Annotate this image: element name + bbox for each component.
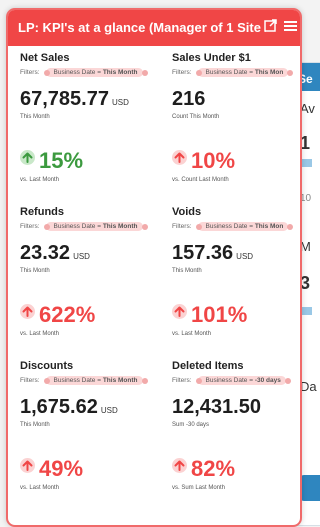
kpi-tile[interactable]: Sales Under $1 Filters: Business Date = Th… bbox=[172, 52, 300, 204]
filter-pill[interactable]: Business Date = This Month bbox=[43, 222, 148, 231]
filter-pill[interactable]: Business Date = This Month bbox=[43, 68, 148, 77]
kpi-value: 1,675.62 USD bbox=[20, 396, 118, 419]
background-card-fragment: Da bbox=[300, 379, 317, 394]
filter-label: Filters: bbox=[20, 223, 40, 230]
kpi-tile[interactable]: Net Sales Filters: Business Date = This Mo… bbox=[20, 52, 160, 204]
kpi-change: 49% bbox=[20, 456, 83, 482]
kpi-comparison: vs. Last Month bbox=[20, 485, 60, 491]
kpi-filter: Filters: Business Date = This Month bbox=[20, 68, 148, 77]
filter-pill[interactable]: Business Date = This Mon bbox=[195, 222, 294, 231]
kpi-unit: USD bbox=[236, 252, 254, 261]
kpi-card: LP: KPI's at a glance (Manager of 1 Site… bbox=[6, 8, 302, 527]
kpi-number: 1,675.62 bbox=[20, 396, 98, 418]
filter-key: Business Date = bbox=[205, 69, 255, 76]
kpi-filter: Filters: Business Date = This Month bbox=[20, 222, 148, 231]
filter-label: Filters: bbox=[172, 69, 192, 76]
kpi-value: 12,431.50 bbox=[172, 396, 264, 419]
expand-icon[interactable] bbox=[264, 19, 277, 37]
arrow-up-icon bbox=[20, 304, 35, 319]
hamburger-menu-icon[interactable] bbox=[284, 19, 297, 37]
filter-pill[interactable]: Business Date = This Mon bbox=[195, 68, 294, 77]
kpi-comparison: vs. Last Month bbox=[20, 331, 60, 337]
kpi-comparison: vs. Count Last Month bbox=[172, 177, 229, 183]
background-card-button[interactable] bbox=[300, 475, 320, 501]
arrow-up-icon bbox=[172, 304, 187, 319]
kpi-change-value: 10% bbox=[191, 148, 236, 173]
kpi-number: 23.32 bbox=[20, 242, 71, 264]
kpi-change-value: 622% bbox=[39, 302, 96, 327]
arrow-up-icon bbox=[172, 458, 187, 473]
filter-label: Filters: bbox=[172, 377, 192, 384]
kpi-change-value: 49% bbox=[39, 456, 84, 481]
filter-value: This Mon bbox=[254, 69, 284, 76]
kpi-tile[interactable]: Refunds Filters: Business Date = This Mont… bbox=[20, 206, 160, 358]
kpi-unit: USD bbox=[111, 98, 129, 107]
filter-label: Filters: bbox=[20, 69, 40, 76]
filter-value: This Month bbox=[102, 69, 138, 76]
kpi-value: 157.36 USD bbox=[172, 242, 253, 265]
kpi-tile[interactable]: Voids Filters: Business Date = This Mon 157… bbox=[172, 206, 300, 358]
kpi-number: 216 bbox=[172, 88, 206, 110]
filter-key: Business Date = bbox=[53, 377, 103, 384]
arrow-up-icon bbox=[20, 150, 35, 165]
kpi-unit: USD bbox=[100, 406, 118, 415]
kpi-period: Count This Month bbox=[172, 114, 220, 120]
filter-value: This Month bbox=[102, 223, 138, 230]
filter-pill[interactable]: Business Date = This Month bbox=[43, 376, 148, 385]
filter-key: Business Date = bbox=[205, 377, 255, 384]
kpi-comparison: vs. Sum Last Month bbox=[172, 485, 226, 491]
card-header: LP: KPI's at a glance (Manager of 1 Site… bbox=[8, 10, 300, 46]
kpi-comparison: vs. Last Month bbox=[172, 331, 212, 337]
kpi-change: 622% bbox=[20, 302, 95, 328]
kpi-title: Deleted Items bbox=[172, 360, 244, 372]
filter-key: Business Date = bbox=[205, 223, 255, 230]
background-card-fragment: Av bbox=[300, 101, 315, 116]
kpi-period: This Month bbox=[20, 422, 50, 428]
kpi-filter: Filters: Business Date = This Month bbox=[20, 376, 148, 385]
arrow-up-icon bbox=[172, 150, 187, 165]
kpi-value: 67,785.77 USD bbox=[20, 88, 129, 111]
kpi-change: 101% bbox=[172, 302, 247, 328]
kpi-change: 15% bbox=[20, 148, 83, 174]
kpi-unit: USD bbox=[73, 252, 90, 261]
kpi-filter: Filters: Business Date = This Mon bbox=[172, 68, 294, 77]
kpi-filter: Filters: Business Date = This Mon bbox=[172, 222, 294, 231]
kpi-period: This Month bbox=[172, 268, 202, 274]
kpi-change: 82% bbox=[172, 456, 235, 482]
kpi-period: This Month bbox=[20, 268, 50, 274]
kpi-title: Refunds bbox=[20, 206, 64, 218]
kpi-tile[interactable]: Discounts Filters: Business Date = This Mo… bbox=[20, 360, 160, 512]
kpi-tile[interactable]: Deleted Items Filters: Business Date = -30… bbox=[172, 360, 300, 512]
kpi-title: Sales Under $1 bbox=[172, 52, 251, 64]
filter-key: Business Date = bbox=[53, 69, 103, 76]
kpi-comparison: vs. Last Month bbox=[20, 177, 60, 183]
card-title: LP: KPI's at a glance (Manager of 1 Site… bbox=[18, 20, 266, 35]
kpi-value: 23.32 USD bbox=[20, 242, 90, 265]
kpi-title: Voids bbox=[172, 206, 202, 218]
arrow-up-icon bbox=[20, 458, 35, 473]
filter-value: This Mon bbox=[254, 223, 284, 230]
kpi-change: 10% bbox=[172, 148, 235, 174]
kpi-change-value: 101% bbox=[191, 302, 248, 327]
kpi-number: 12,431.50 bbox=[172, 396, 261, 418]
filter-label: Filters: bbox=[172, 223, 192, 230]
filter-key: Business Date = bbox=[53, 223, 103, 230]
kpi-filter: Filters: Business Date = -30 days bbox=[172, 376, 292, 385]
kpi-title: Discounts bbox=[20, 360, 74, 372]
kpi-period: Sum -30 days bbox=[172, 422, 210, 428]
kpi-change-value: 82% bbox=[191, 456, 236, 481]
kpi-title: Net Sales bbox=[20, 52, 70, 64]
kpi-number: 67,785.77 bbox=[20, 88, 109, 110]
filter-pill[interactable]: Business Date = -30 days bbox=[195, 376, 292, 385]
kpi-period: This Month bbox=[20, 114, 50, 120]
filter-label: Filters: bbox=[20, 377, 40, 384]
kpi-number: 157.36 bbox=[172, 242, 234, 264]
kpi-value: 216 bbox=[172, 88, 208, 111]
filter-value: This Month bbox=[102, 377, 138, 384]
kpi-change-value: 15% bbox=[39, 148, 84, 173]
filter-value: -30 days bbox=[254, 377, 281, 384]
